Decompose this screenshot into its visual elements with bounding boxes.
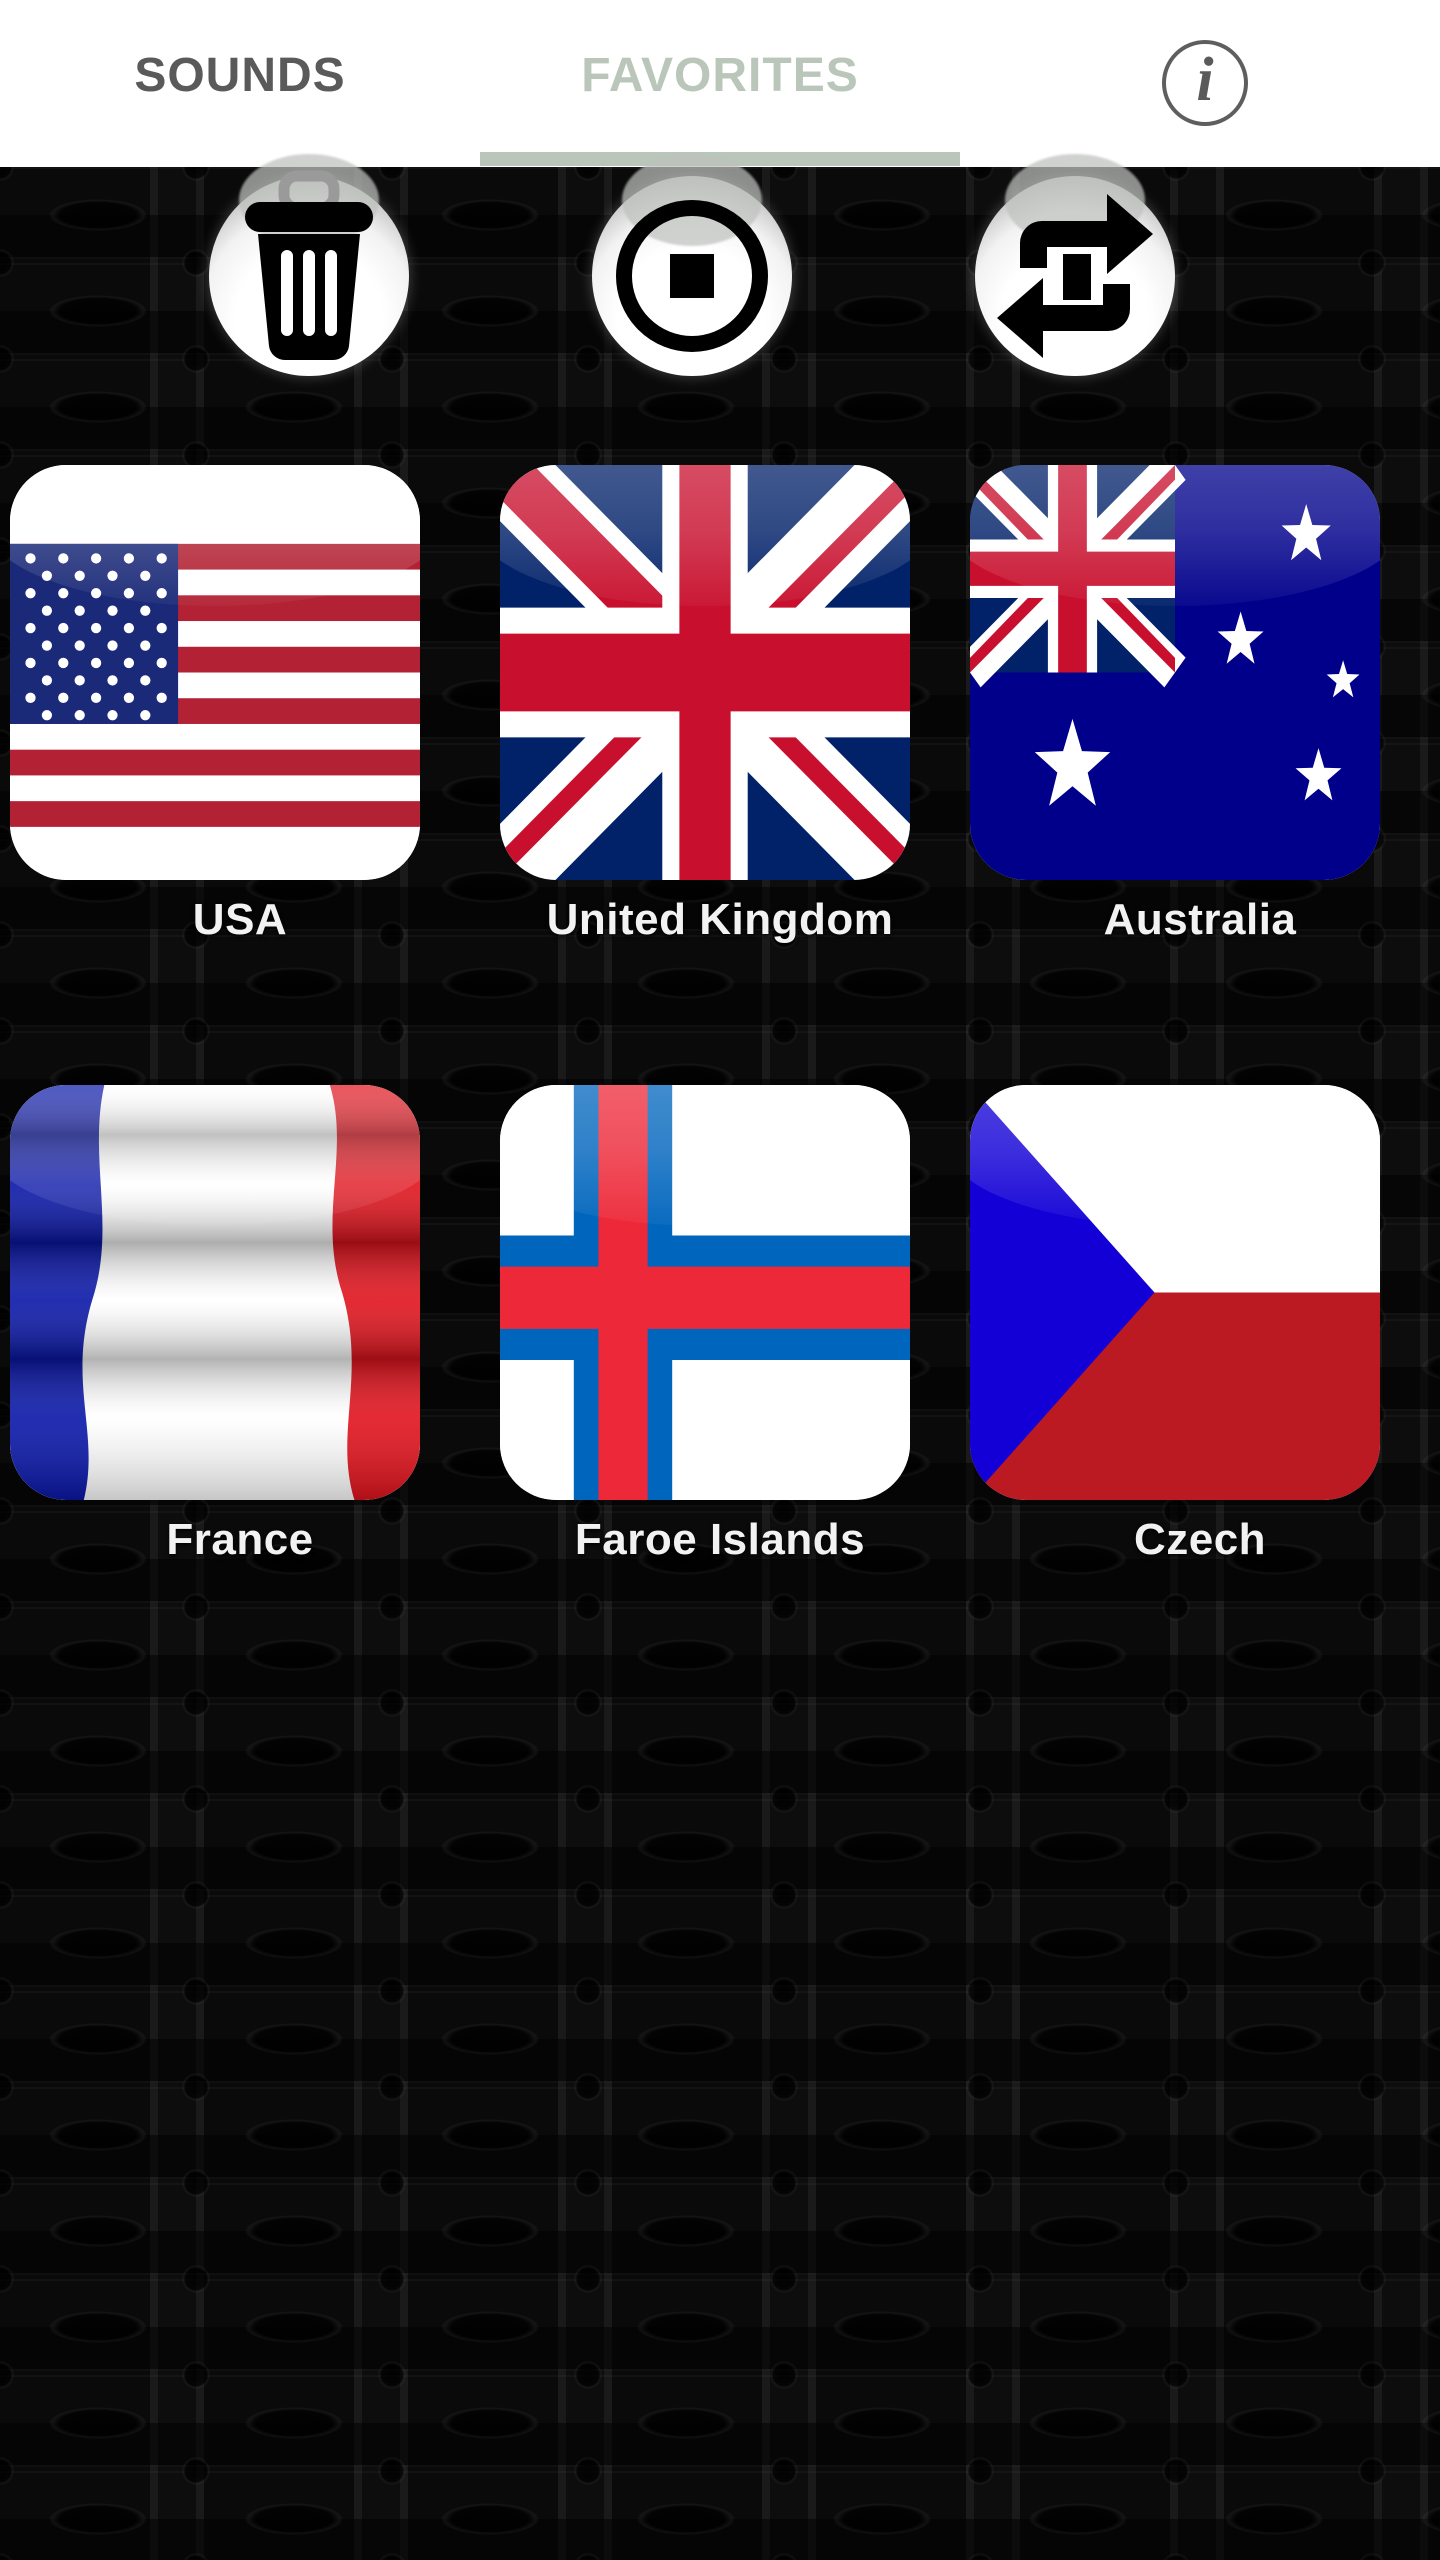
favorite-label: USA — [192, 895, 288, 944]
flag-cz-icon — [970, 1085, 1380, 1500]
favorite-item-czech[interactable]: Czech — [960, 1075, 1440, 1695]
delete-button[interactable] — [209, 154, 409, 376]
favorite-label: Faroe Islands — [574, 1515, 866, 1564]
playback-toolbar — [0, 154, 1440, 376]
flag-tile[interactable] — [500, 465, 910, 880]
flag-tile[interactable] — [970, 465, 1380, 880]
tab-favorites[interactable]: FAVORITES — [480, 0, 960, 167]
favorite-item-australia[interactable]: Australia — [960, 455, 1440, 1075]
favorite-item-usa[interactable]: USA — [0, 455, 480, 1075]
favorite-item-united-kingdom[interactable]: United Kingdom — [480, 455, 960, 1075]
repeat-icon — [997, 194, 1153, 358]
favorite-item-france[interactable]: France — [0, 1075, 480, 1695]
app-root: SOUNDS FAVORITES i USA United Kingdom Au… — [0, 0, 1440, 2560]
stop-icon — [616, 200, 768, 352]
flag-fr-icon — [10, 1085, 420, 1500]
trash-icon — [245, 170, 373, 361]
tab-sounds[interactable]: SOUNDS — [0, 0, 480, 167]
flag-au-icon — [970, 465, 1380, 880]
info-icon: i — [1196, 46, 1214, 114]
favorite-item-faroe-islands[interactable]: Faroe Islands — [480, 1075, 960, 1695]
flag-gb-icon — [500, 465, 910, 880]
favorite-label: Australia — [1103, 895, 1297, 944]
flag-tile[interactable] — [500, 1085, 910, 1500]
favorite-label: United Kingdom — [546, 895, 894, 944]
flag-tile[interactable] — [10, 1085, 420, 1500]
tab-bar: SOUNDS FAVORITES i — [0, 0, 1440, 167]
repeat-button[interactable] — [975, 154, 1175, 376]
flag-fo-icon — [500, 1085, 910, 1500]
flag-tile[interactable] — [10, 465, 420, 880]
favorite-label: Czech — [1133, 1515, 1267, 1564]
stop-button[interactable] — [592, 154, 792, 376]
info-button[interactable]: i — [1162, 40, 1248, 126]
favorite-label: France — [166, 1515, 314, 1564]
flag-us-icon — [10, 465, 420, 880]
flag-tile[interactable] — [970, 1085, 1380, 1500]
